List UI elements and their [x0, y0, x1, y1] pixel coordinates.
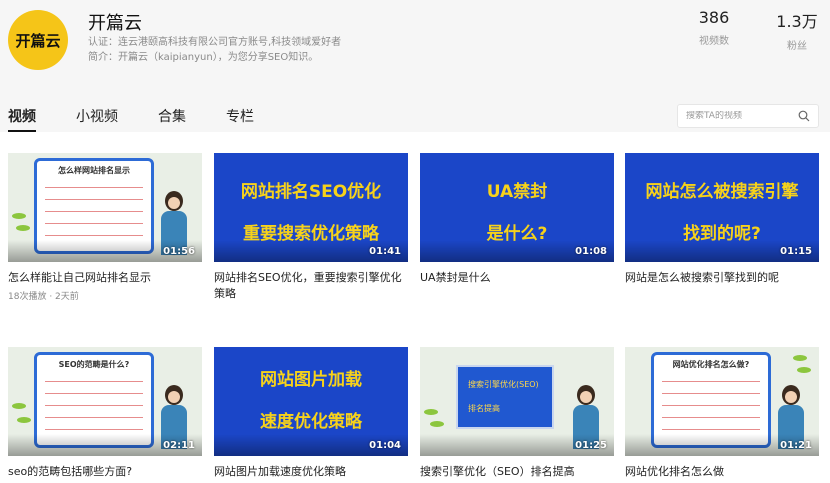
- video-thumbnail[interactable]: 怎么样网站排名显示 01:56: [8, 153, 202, 262]
- video-duration: 01:56: [163, 246, 195, 257]
- stat-fans-value: 1.3万: [776, 12, 818, 31]
- video-card[interactable]: SEO的范畴是什么? 02:11 seo的范畴包括哪些方面?: [8, 347, 202, 480]
- tab-collections[interactable]: 合集: [158, 106, 186, 132]
- board-lines: [662, 375, 760, 435]
- thumbnail-text: UA禁封: [486, 182, 548, 202]
- video-thumbnail[interactable]: 网站优化排名怎么做? 01:21: [625, 347, 819, 456]
- video-title[interactable]: 网站是怎么被搜索引擎找到的呢: [625, 270, 819, 286]
- video-title[interactable]: 网站排名SEO优化，重要搜索引擎优化策略: [214, 270, 408, 302]
- tab-bar: 视频 小视频 合集 专栏: [8, 106, 294, 132]
- video-duration: 01:21: [780, 440, 812, 451]
- video-title[interactable]: seo的范畴包括哪些方面?: [8, 464, 202, 480]
- video-card[interactable]: 网站优化排名怎么做? 01:21 网站优化排名怎么做: [625, 347, 819, 480]
- video-card[interactable]: UA禁封 是什么? 01:08 UA禁封是什么: [420, 153, 614, 286]
- stat-videos: 386 视频数: [694, 8, 734, 47]
- video-duration: 01:04: [369, 440, 401, 451]
- intro-text: 简介：开篇云（kaipianyun），为您分享SEO知识。: [88, 52, 319, 63]
- video-card[interactable]: 怎么样网站排名显示 01:56 怎么样能让自己网站排名显示 18次播放 · 2天…: [8, 153, 202, 302]
- video-title[interactable]: 搜索引擎优化（SEO）排名提高: [420, 464, 614, 480]
- tab-videos[interactable]: 视频: [8, 106, 36, 132]
- board-lines: [45, 375, 143, 435]
- video-duration: 02:11: [163, 440, 195, 451]
- video-thumbnail[interactable]: 网站排名SEO优化 重要搜索优化策略 01:41: [214, 153, 408, 262]
- video-duration: 01:41: [369, 246, 401, 257]
- video-duration: 01:25: [575, 440, 607, 451]
- video-card[interactable]: 网站怎么被搜索引擎 找到的呢? 01:15 网站是怎么被搜索引擎找到的呢: [625, 153, 819, 286]
- thumbnail-text: SEO的范畴是什么?: [58, 360, 130, 369]
- video-thumbnail[interactable]: 网站怎么被搜索引擎 找到的呢? 01:15: [625, 153, 819, 262]
- search-icon[interactable]: [798, 110, 810, 122]
- video-title[interactable]: UA禁封是什么: [420, 270, 614, 286]
- board-lines: [45, 181, 143, 241]
- video-title[interactable]: 网站图片加载速度优化策略: [214, 464, 408, 480]
- stat-fans-label: 粉丝: [787, 41, 807, 52]
- video-title[interactable]: 网站优化排名怎么做: [625, 464, 819, 480]
- video-duration: 01:15: [780, 246, 812, 257]
- search-input[interactable]: [678, 111, 788, 121]
- channel-name[interactable]: 开篇云: [88, 9, 142, 35]
- certification-text: 认证：连云港颐高科技有限公司官方账号,科技领域爱好者: [88, 37, 342, 48]
- tab-short-videos[interactable]: 小视频: [76, 106, 118, 132]
- video-card[interactable]: 网站图片加载 速度优化策略 01:04 网站图片加载速度优化策略: [214, 347, 408, 480]
- search-box: [677, 104, 819, 128]
- profile-header: 开篇云 开篇云 认证：连云港颐高科技有限公司官方账号,科技领域爱好者 简介：开篇…: [0, 0, 830, 132]
- stat-videos-label: 视频数: [699, 36, 729, 47]
- thumbnail-text: 搜索引擎优化(SEO): [468, 380, 539, 389]
- stat-videos-value: 386: [698, 8, 730, 27]
- video-meta: 18次播放 · 2天前: [8, 292, 79, 302]
- thumbnail-text: 网站优化排名怎么做?: [672, 360, 750, 369]
- video-card[interactable]: 网站排名SEO优化 重要搜索优化策略 01:41 网站排名SEO优化，重要搜索引…: [214, 153, 408, 302]
- video-thumbnail[interactable]: UA禁封 是什么? 01:08: [420, 153, 614, 262]
- thumbnail-text: 网站怎么被搜索引擎: [645, 182, 799, 202]
- video-duration: 01:08: [575, 246, 607, 257]
- video-card[interactable]: 搜索引擎优化(SEO) 排名提高 01:25 搜索引擎优化（SEO）排名提高: [420, 347, 614, 480]
- thumbnail-text: 网站排名SEO优化: [240, 182, 382, 202]
- video-thumbnail[interactable]: SEO的范畴是什么? 02:11: [8, 347, 202, 456]
- thumbnail-text: 怎么样网站排名显示: [58, 166, 130, 175]
- video-thumbnail[interactable]: 网站图片加载 速度优化策略 01:04: [214, 347, 408, 456]
- avatar[interactable]: 开篇云: [8, 10, 68, 70]
- video-title[interactable]: 怎么样能让自己网站排名显示: [8, 270, 202, 286]
- video-thumbnail[interactable]: 搜索引擎优化(SEO) 排名提高 01:25: [420, 347, 614, 456]
- thumbnail-text: 网站图片加载: [260, 370, 362, 390]
- screen-illustration: 搜索引擎优化(SEO) 排名提高: [456, 365, 554, 429]
- tab-columns[interactable]: 专栏: [226, 106, 254, 132]
- stat-fans: 1.3万 粉丝: [772, 8, 822, 52]
- thumbnail-text: 排名提高: [468, 404, 500, 413]
- thumbnail-text: 速度优化策略: [260, 412, 362, 432]
